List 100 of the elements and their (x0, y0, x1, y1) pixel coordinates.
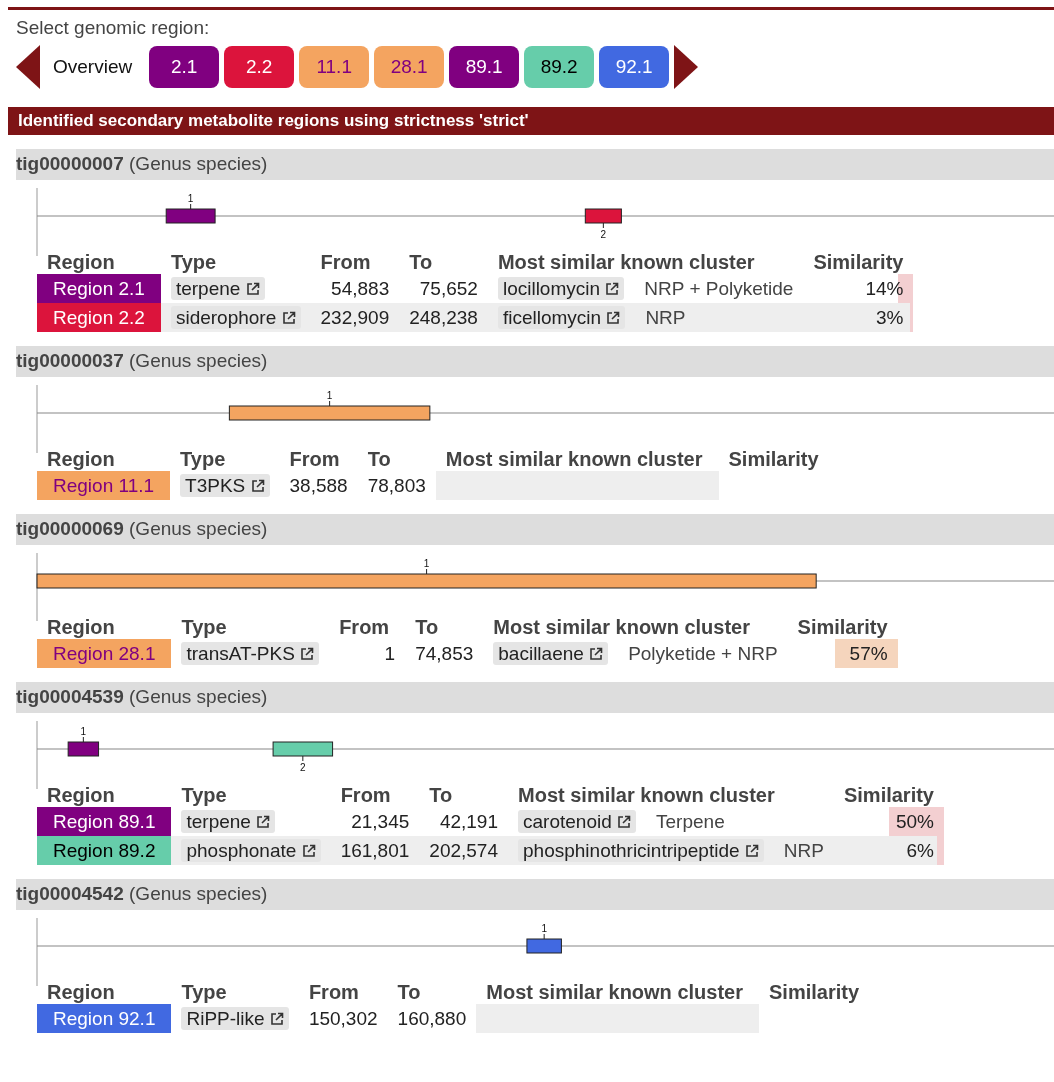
external-link-icon (605, 282, 620, 296)
region-button[interactable]: 2.2 (224, 46, 295, 88)
right-arrow-icon[interactable] (674, 45, 699, 89)
column-header: Type (160, 250, 311, 274)
overview-link[interactable]: Overview (45, 56, 145, 78)
column-header: To (387, 980, 477, 1004)
to-value: 75,652 (419, 278, 478, 299)
region-label[interactable]: Region 89.2 (37, 836, 172, 865)
type-link[interactable]: terpene (170, 277, 265, 300)
to-value: 248,238 (409, 307, 478, 328)
region-button[interactable]: 92.1 (599, 46, 670, 88)
external-link-icon (269, 1012, 284, 1026)
column-header: Similarity (759, 980, 870, 1004)
type-link[interactable]: phosphonate (181, 839, 321, 862)
cluster-type: Polyketide + NRP (628, 643, 778, 664)
region-label[interactable]: Region 28.1 (37, 639, 172, 668)
species-name: (Genus species) (128, 350, 268, 371)
cluster-type: NRP (645, 307, 686, 328)
section-label: Select genomic region: (16, 17, 211, 39)
column-header: Similarity (803, 250, 914, 274)
column-header: To (414, 615, 440, 639)
species-name: (Genus species) (128, 686, 268, 707)
from-value: 54,883 (331, 278, 390, 299)
column-header: Type (171, 615, 330, 639)
type-link[interactable]: terpene (181, 810, 276, 833)
from-value: 161,801 (340, 840, 410, 861)
column-header: To (408, 250, 434, 274)
similarity-value: 3% (876, 307, 904, 328)
type-link[interactable]: siderophore (170, 306, 301, 329)
column-header: Most similar known cluster (476, 980, 759, 1004)
to-value: 160,880 (397, 1008, 467, 1029)
left-arrow-icon[interactable] (16, 45, 40, 89)
contig-name: tig00000037 (16, 350, 124, 371)
type-link[interactable]: T3PKS (180, 474, 270, 497)
column-header: Region (37, 783, 172, 807)
species-name: (Genus species) (128, 153, 268, 174)
to-value: 42,191 (439, 811, 498, 832)
region-button[interactable]: 2.1 (149, 46, 220, 88)
similarity-value: 57% (849, 643, 888, 664)
external-link-icon (250, 479, 265, 493)
column-header: Most similar known cluster (435, 447, 719, 471)
column-header: Region (37, 615, 172, 639)
region-label[interactable]: Region 2.1 (37, 274, 161, 303)
external-link-icon (281, 311, 296, 325)
column-header: Type (171, 783, 331, 807)
region-label[interactable]: Region 89.1 (37, 807, 172, 836)
column-header: From (307, 980, 360, 1004)
column-header: From (338, 615, 391, 639)
column-header: Most similar known cluster (517, 783, 776, 807)
column-header: To (428, 783, 454, 807)
cluster-link[interactable]: locillomycin (497, 277, 625, 300)
similarity-value: 14% (865, 278, 904, 299)
external-link-icon (245, 282, 260, 296)
cluster-type: NRP + Polyketide (644, 278, 794, 299)
track-start-line (36, 384, 38, 453)
cluster-link[interactable]: phosphinothricintripeptide (518, 839, 764, 862)
external-link-icon (744, 844, 759, 858)
column-header: Region (37, 447, 171, 471)
species-name: (Genus species) (128, 883, 268, 904)
from-value: 232,909 (320, 307, 390, 328)
column-header: Region (37, 250, 161, 274)
column-header: Similarity (833, 783, 944, 807)
region-button[interactable]: 28.1 (374, 46, 445, 88)
from-value: 150,302 (308, 1008, 378, 1029)
region-button[interactable]: 11.1 (299, 46, 370, 88)
column-header: Similarity (718, 447, 829, 471)
cluster-type: NRP (783, 840, 824, 861)
external-link-icon (606, 311, 621, 325)
region-button[interactable]: 89.2 (524, 46, 595, 88)
column-header: From (288, 447, 341, 471)
region-label[interactable]: Region 11.1 (37, 471, 171, 500)
cluster-link[interactable]: bacillaene (493, 642, 609, 665)
cluster-link[interactable]: carotenoid (518, 810, 637, 833)
region-label[interactable]: Region 92.1 (37, 1004, 172, 1033)
column-header: Most similar known cluster (492, 615, 751, 639)
track-start-line (36, 187, 38, 256)
column-header: Similarity (787, 615, 898, 639)
contig-name: tig00000007 (16, 153, 124, 174)
external-link-icon (300, 647, 315, 661)
type-link[interactable]: RiPP-like (181, 1007, 289, 1030)
to-value: 74,853 (415, 643, 474, 664)
column-header: To (357, 447, 436, 471)
region-label[interactable]: Region 2.2 (37, 303, 161, 332)
contig-name: tig00004539 (16, 686, 124, 707)
column-header: From (319, 250, 372, 274)
cluster-link[interactable]: ficellomycin (497, 306, 626, 329)
track-start-line (36, 917, 38, 986)
contig-name: tig00000069 (16, 518, 124, 539)
column-header: Type (170, 447, 280, 471)
contig-name: tig00004542 (16, 883, 124, 904)
track-start-line (36, 720, 38, 789)
to-value: 78,803 (367, 475, 426, 496)
external-link-icon (256, 815, 271, 829)
region-button[interactable]: 89.1 (449, 46, 520, 88)
from-value: 21,345 (351, 811, 410, 832)
type-link[interactable]: transAT-PKS (181, 642, 320, 665)
from-value: 38,588 (289, 475, 348, 496)
cluster-type: Terpene (656, 811, 725, 832)
column-header: From (339, 783, 392, 807)
external-link-icon (301, 844, 316, 858)
